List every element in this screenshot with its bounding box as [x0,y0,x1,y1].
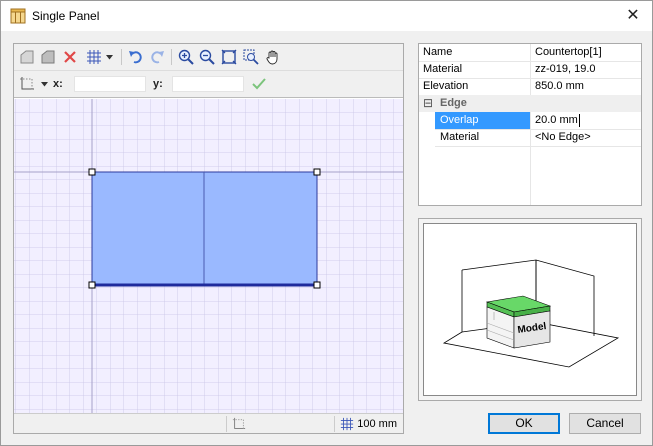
property-label: Elevation [423,80,469,92]
close-button[interactable]: ✕ [622,5,644,27]
drawing-canvas[interactable] [14,99,403,413]
grid-size-readout: 100 mm [357,418,397,430]
title-bar: Single Panel ✕ [1,1,652,31]
property-row-edge-material[interactable]: Material <No Edge> [419,129,641,146]
group-label: Edge [440,97,467,109]
zoom-out-icon[interactable] [198,48,216,66]
vertex-handle[interactable] [313,168,321,176]
property-row-material[interactable]: Material zz-019, 19.0 [419,61,641,78]
single-panel-dialog: Single Panel ✕ x: y: 100 mm Name Counter… [0,0,653,446]
pan-hand-icon[interactable] [264,48,282,66]
origin-icon [230,415,248,433]
status-separator [226,416,227,432]
property-row-overlap[interactable]: Overlap 20.0 mm [419,112,641,129]
property-label: Overlap [440,114,479,126]
property-group-edge[interactable]: ⊟ Edge [419,95,641,112]
panel-drawing [14,99,403,413]
property-value[interactable]: 850.0 mm [535,80,584,92]
apply-checkmark-icon[interactable] [250,75,268,93]
editor-status-bar: 100 mm [14,413,403,433]
y-coordinate-input[interactable] [172,76,244,92]
property-label: Material [440,131,480,143]
preview-viewport[interactable]: Model [423,223,637,396]
cancel-button[interactable]: Cancel [569,413,641,434]
status-separator [334,416,335,432]
preview-3d-drawing: Model [442,259,620,368]
dialog-title: Single Panel [32,9,100,23]
redo-icon[interactable] [148,48,166,66]
vertex-handle[interactable] [88,281,96,289]
grid-icon [338,415,356,433]
x-label: x: [53,78,63,90]
ok-button[interactable]: OK [488,413,560,434]
property-grid: Name Countertop[1] Material zz-019, 19.0… [418,43,642,206]
grid-dropdown-chevron-down-icon[interactable] [104,48,114,66]
vertex-handle[interactable] [88,168,96,176]
delete-icon[interactable] [61,48,79,66]
overlap-input[interactable]: 20.0 mm [535,114,578,126]
property-row-elevation[interactable]: Elevation 850.0 mm [419,78,641,95]
cabinet-app-icon [10,8,26,24]
property-value[interactable]: Countertop[1] [535,46,602,58]
origin-icon[interactable] [18,75,36,93]
vertex-handle[interactable] [313,281,321,289]
coordinate-toolbar: x: y: [14,71,403,98]
toolbar-separator [171,49,172,65]
origin-dropdown-chevron-down-icon[interactable] [39,75,49,93]
grid-icon[interactable] [85,48,103,66]
undo-icon[interactable] [127,48,145,66]
toolbar-separator [121,49,122,65]
text-caret [579,114,580,127]
panel-add-icon[interactable] [18,48,36,66]
model-preview: Model [418,218,642,401]
zoom-window-icon[interactable] [242,48,260,66]
panel-editor: x: y: 100 mm [13,43,404,434]
x-coordinate-input[interactable] [74,76,146,92]
close-icon: ✕ [626,7,640,24]
property-label: Material [423,63,463,75]
panel-edit-icon[interactable] [39,48,57,66]
collapse-toggle-icon[interactable]: ⊟ [423,96,433,110]
row-divider [435,146,641,147]
property-value[interactable]: <No Edge> [535,131,591,143]
zoom-in-icon[interactable] [177,48,195,66]
y-label: y: [153,78,163,90]
zoom-fit-icon[interactable] [220,48,238,66]
property-label: Name [423,46,453,58]
editor-toolbar [14,44,403,71]
property-value[interactable]: zz-019, 19.0 [535,63,596,75]
property-row-name[interactable]: Name Countertop[1] [419,44,641,61]
